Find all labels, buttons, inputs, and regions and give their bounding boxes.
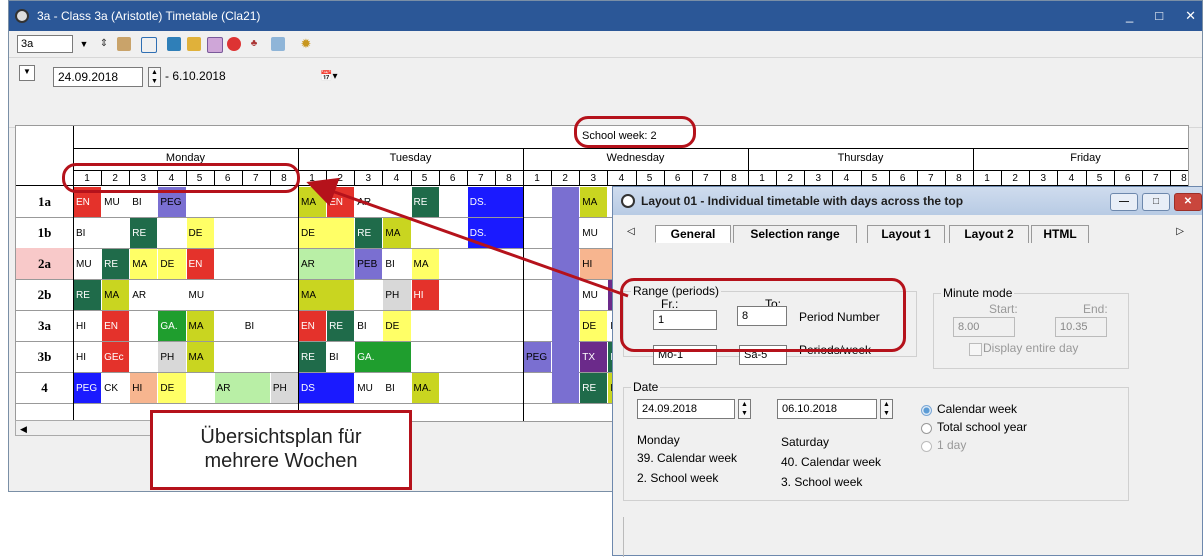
arrow-overlay [306,177,629,298]
